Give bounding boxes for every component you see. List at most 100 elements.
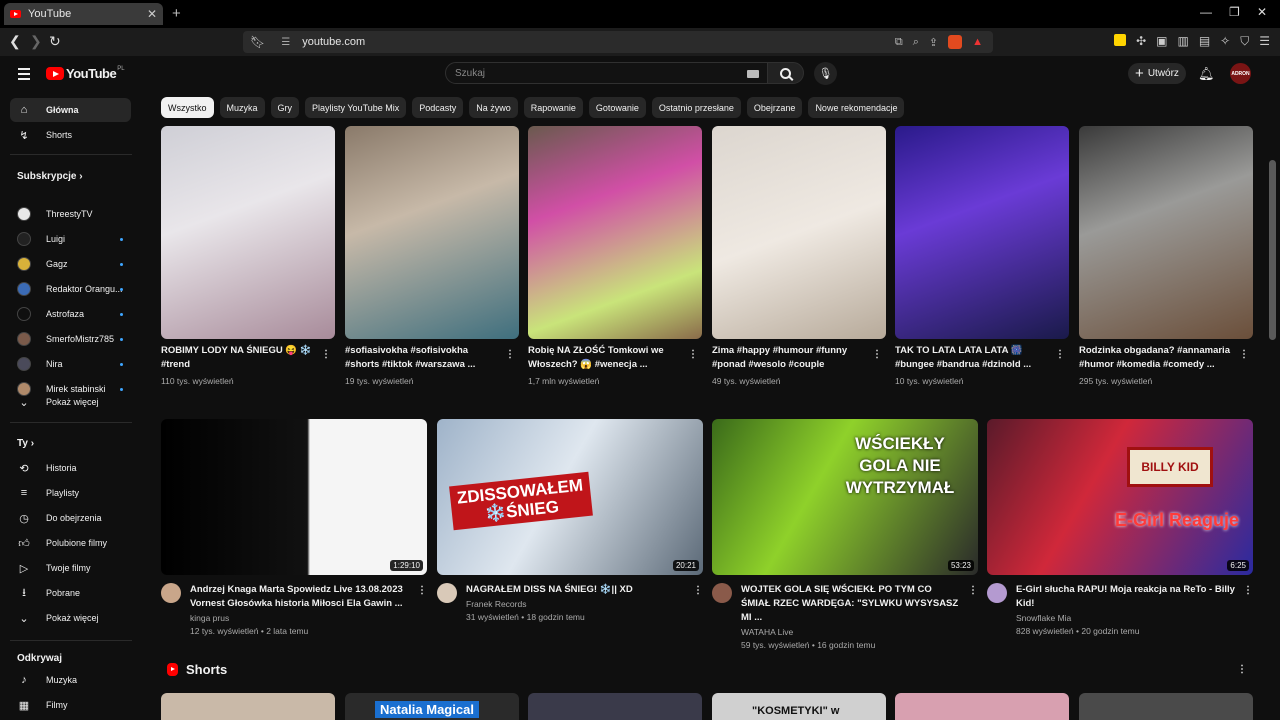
short-title[interactable]: Zima #happy #humour #funny #ponad #wesol… <box>712 344 867 372</box>
share-icon[interactable]: ⇪ <box>929 36 938 49</box>
short-thumbnail[interactable] <box>1079 126 1253 339</box>
filter-chip[interactable]: Rapowanie <box>523 97 583 118</box>
short-more-icon[interactable]: ⋮ <box>872 349 882 360</box>
short-title[interactable]: TAK TO LATA LATA LATA 🎆 #bungee #bandrua… <box>895 344 1050 372</box>
sidebar-item-subscription[interactable]: SmerfoMistrz785 <box>10 327 131 351</box>
sidebar-item-subscription[interactable]: Astrofaza <box>10 302 131 326</box>
maximize-icon[interactable]: ❐ <box>1229 5 1240 19</box>
video-more-icon[interactable]: ⋮ <box>968 585 978 596</box>
brave-shields-icon[interactable] <box>948 35 963 49</box>
sidebar-item-chevron-down[interactable]: ⌄ Pokaż więcej <box>10 606 131 630</box>
short-card[interactable]: Rodzinka obgadana? #annamaria #humor #ko… <box>1079 126 1253 386</box>
video-title[interactable]: E-Girl słucha RAPU! Moja reakcja na ReTo… <box>1016 583 1236 611</box>
sidebar-item-watch-later[interactable]: ◷ Do obejrzenia <box>10 506 131 530</box>
leo-icon[interactable]: ✧ <box>1220 34 1230 49</box>
sidebar-item-subscription[interactable]: Gagz <box>10 252 131 276</box>
filter-chip[interactable]: Playlisty YouTube Mix <box>305 97 407 118</box>
youtube-logo[interactable]: YouTube PL <box>46 66 125 81</box>
zoom-icon[interactable]: ⌕ <box>913 36 919 49</box>
short-card[interactable]: #sofiasivokha #sofisivokha #shorts #tikt… <box>345 126 519 386</box>
short-thumbnail[interactable] <box>712 126 886 339</box>
short-thumbnail[interactable] <box>528 126 702 339</box>
sidebar-item-subscription[interactable]: Nira <box>10 352 131 376</box>
filter-chip[interactable]: Ostatnio przesłane <box>651 97 741 118</box>
video-title[interactable]: WOJTEK GOLA SIĘ WŚCIEKŁ PO TYM CO ŚMIAŁ … <box>741 583 961 625</box>
short-thumbnail[interactable] <box>895 693 1069 720</box>
create-button[interactable]: + Utwórz <box>1128 63 1186 84</box>
video-more-icon[interactable]: ⋮ <box>417 585 427 596</box>
short-thumbnail[interactable]: "KOSMETYKI" w <box>712 693 886 720</box>
keyboard-icon[interactable] <box>747 70 759 78</box>
video-thumbnail[interactable]: BILLY KID E-Girl Reaguje 6:25 <box>987 419 1253 575</box>
short-more-icon[interactable]: ⋮ <box>1055 349 1065 360</box>
sidebar-item-shorts[interactable]: ↯ Shorts <box>10 123 131 147</box>
short-thumbnail[interactable] <box>161 126 335 339</box>
account-avatar[interactable]: ADRON <box>1230 63 1251 84</box>
channel-avatar[interactable] <box>712 583 732 603</box>
extension-2-icon[interactable]: ▣ <box>1156 34 1167 49</box>
short-thumbnail[interactable] <box>895 126 1069 339</box>
video-thumbnail[interactable]: ZDISSOWAŁEM ❄️ŚNIEG 20:21 <box>437 419 703 575</box>
sidebar-item-history[interactable]: ⟲ Historia <box>10 456 131 480</box>
channel-avatar[interactable] <box>161 583 181 603</box>
short-thumbnail[interactable] <box>528 693 702 720</box>
channel-avatar[interactable] <box>437 583 457 603</box>
vpn-icon[interactable]: ⛉ <box>1240 34 1249 49</box>
video-thumbnail[interactable]: 1:29:10 <box>161 419 427 575</box>
sidebar-item-subscription[interactable]: Redaktor Orangu... <box>10 277 131 301</box>
short-title[interactable]: Rodzinka obgadana? #annamaria #humor #ko… <box>1079 344 1234 372</box>
page-scrollbar[interactable] <box>1269 160 1276 340</box>
sidebar-item-subscription[interactable]: ThreestyTV <box>10 202 131 226</box>
short-thumbnail[interactable] <box>345 126 519 339</box>
short-card[interactable]: TAK TO LATA LATA LATA 🎆 #bungee #bandrua… <box>895 126 1069 386</box>
sidebar-item-home[interactable]: ⌂ Główna <box>10 98 131 122</box>
reload-icon[interactable]: ↻ <box>49 33 61 50</box>
brave-rewards-icon[interactable]: ▲ <box>972 36 983 48</box>
sidebar-item-like[interactable]: 👍︎ Polubione filmy <box>10 531 131 555</box>
short-card[interactable]: Zima #happy #humour #funny #ponad #wesol… <box>712 126 886 386</box>
close-tab-icon[interactable]: ✕ <box>147 7 157 21</box>
filter-chip[interactable]: Podcasty <box>412 97 464 118</box>
guide-menu-icon[interactable] <box>18 68 30 83</box>
filter-chip[interactable]: Wszystko <box>161 97 214 118</box>
url-text[interactable]: youtube.com <box>302 36 365 48</box>
menu-icon[interactable]: ☰ <box>1259 34 1270 49</box>
search-input[interactable]: Szukaj <box>445 62 768 84</box>
voice-search-button[interactable]: 🎙︎ <box>814 62 837 85</box>
channel-name[interactable]: WATAHA Live <box>741 627 961 637</box>
sidebar-toggle-icon[interactable]: ▥ <box>1177 34 1188 49</box>
minimize-icon[interactable]: — <box>1200 5 1212 19</box>
filter-chip[interactable]: Obejrzane <box>746 97 803 118</box>
bookmark-icon[interactable]: 🔖︎ <box>250 35 265 49</box>
filter-chip[interactable]: Gry <box>270 97 300 118</box>
channel-avatar[interactable] <box>987 583 1007 603</box>
you-heading[interactable]: Ty › <box>17 438 34 449</box>
short-card[interactable]: Robię NA ZŁOŚĆ Tomkowi we Włoszech? 😱 #w… <box>528 126 702 386</box>
site-settings-icon[interactable]: ☰ <box>281 37 290 48</box>
extension-icon[interactable] <box>1114 34 1127 46</box>
notifications-bell-icon[interactable]: 🔔︎ <box>1198 66 1215 82</box>
sidebar-item-playlist[interactable]: ≡ Playlisty <box>10 481 131 505</box>
short-card[interactable]: ROBIMY LODY NA ŚNIEGU 😝 ❄️ #trend 110 tys… <box>161 126 335 386</box>
channel-name[interactable]: Franek Records <box>466 599 686 609</box>
short-more-icon[interactable]: ⋮ <box>505 349 515 360</box>
video-card[interactable]: WŚCIEKŁY GOLA NIE WYTRZYMAŁ 53:23 WOJTEK G… <box>712 419 978 650</box>
short-thumbnail[interactable] <box>1079 693 1253 720</box>
short-more-icon[interactable]: ⋮ <box>688 349 698 360</box>
close-window-icon[interactable]: ✕ <box>1257 5 1267 19</box>
channel-name[interactable]: Snowflake Mia <box>1016 613 1236 623</box>
video-title[interactable]: NAGRAŁEM DISS NA ŚNIEG! ❄️|| XD <box>466 583 686 597</box>
sidebar-item-film[interactable]: ▦ Filmy <box>10 693 131 717</box>
channel-name[interactable]: kinga prus <box>190 613 410 623</box>
short-thumbnail[interactable]: Natalia Magical <box>345 693 519 720</box>
short-thumbnail[interactable] <box>161 693 335 720</box>
short-more-icon[interactable]: ⋮ <box>1239 349 1249 360</box>
forward-icon[interactable]: ❯ <box>30 33 42 50</box>
video-more-icon[interactable]: ⋮ <box>693 585 703 596</box>
browser-tab[interactable]: YouTube ✕ <box>4 3 163 25</box>
video-card[interactable]: ZDISSOWAŁEM ❄️ŚNIEG 20:21 NAGRAŁEM DISS NA… <box>437 419 703 622</box>
filter-chip[interactable]: Gotowanie <box>588 97 646 118</box>
video-thumbnail[interactable]: WŚCIEKŁY GOLA NIE WYTRZYMAŁ 53:23 <box>712 419 978 575</box>
short-title[interactable]: ROBIMY LODY NA ŚNIEGU 😝 ❄️ #trend <box>161 344 316 372</box>
address-bar[interactable]: 🔖︎ ☰ youtube.com ⧉ ⌕ ⇪ ▲ <box>243 31 993 53</box>
